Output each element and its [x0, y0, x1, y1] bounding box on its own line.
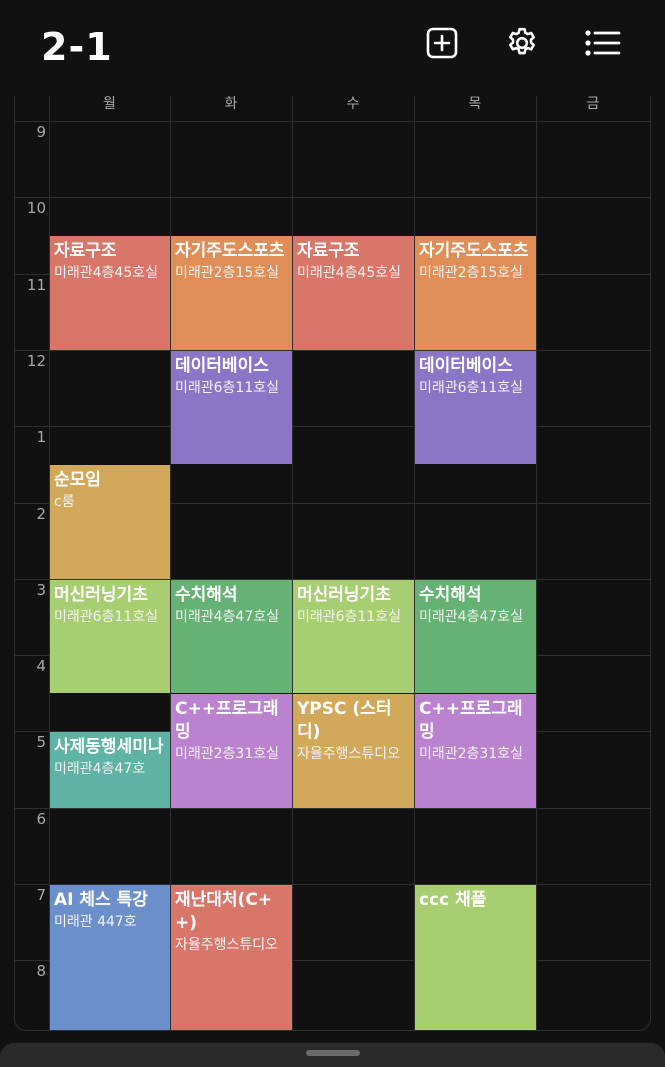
course-block[interactable]: 자기주도스포츠미래관2층15호실: [415, 236, 536, 350]
hour-label: 1: [36, 428, 46, 446]
drag-handle[interactable]: [306, 1050, 360, 1056]
course-room: 미래관4층47호실: [175, 609, 280, 625]
course-room: 미래관6층11호실: [297, 609, 402, 625]
hour-divider: [15, 808, 650, 809]
hour-label: 12: [26, 352, 46, 370]
course-room: 미래관 447호: [54, 914, 137, 930]
course-room: 미래관4층47호실: [419, 609, 524, 625]
hour-label: 3: [36, 581, 46, 599]
course-room: 미래관2층31호실: [419, 746, 524, 762]
course-name: 수치해석: [175, 585, 238, 605]
course-name: 데이터베이스: [175, 356, 269, 376]
day-header: 수: [346, 96, 360, 112]
course-name: YPSC (스터디): [297, 699, 392, 742]
course-name: 머신러닝기초: [297, 585, 391, 605]
course-name: 사제동행세미나: [54, 737, 164, 757]
course-block[interactable]: 사제동행세미나미래관4층47호: [50, 732, 170, 808]
timetable-screen: 2-1 월화수목금 9 10 11 12 1 2 3 4 5 6 7 8 자료구조 미래관4층45호실 자…: [0, 0, 665, 1067]
course-name: 머신러닝기초: [54, 585, 148, 605]
course-room: 미래관2층15호실: [419, 265, 524, 281]
course-block[interactable]: 데이터베이스미래관6층11호실: [415, 351, 536, 464]
course-block[interactable]: 자료구조미래관4층45호실: [50, 236, 170, 350]
course-block[interactable]: 머신러닝기초미래관6층11호실: [293, 580, 414, 693]
course-room: 미래관2층31호실: [175, 746, 280, 762]
course-block[interactable]: 데이터베이스미래관6층11호실: [171, 351, 292, 464]
course-name: 데이터베이스: [419, 356, 513, 376]
course-block[interactable]: YPSC (스터디) 자율주행스튜디오: [293, 694, 414, 808]
hour-divider: [15, 350, 650, 351]
day-header: 금: [586, 96, 600, 112]
course-block[interactable]: 자료구조미래관4층45호실: [293, 236, 414, 350]
course-name: C++프로그래밍: [419, 699, 523, 742]
course-block[interactable]: AI 체스 특강미래관 447호: [50, 885, 170, 1030]
hour-label: 6: [36, 810, 46, 828]
course-name: 자료구조: [297, 241, 360, 261]
add-square-icon[interactable]: [423, 24, 461, 62]
course-block[interactable]: 수치해석미래관4층47호실: [415, 580, 536, 693]
course-block[interactable]: ccc 채플: [415, 885, 536, 1030]
day-header: 월: [103, 96, 116, 112]
course-room: 미래관2층15호실: [175, 265, 280, 281]
course-room: 자율주행스튜디오: [175, 937, 279, 953]
course-room: 자율주행스튜디오: [297, 746, 401, 762]
course-name: AI 체스 특강: [54, 890, 148, 910]
hour-label: 8: [36, 962, 46, 980]
course-name: 순모임: [54, 470, 101, 490]
gear-icon[interactable]: [503, 24, 541, 62]
course-block[interactable]: C++프로그래밍미래관2층31호실: [415, 694, 536, 808]
course-name: 자기주도스포츠: [175, 241, 285, 261]
course-block[interactable]: 머신러닝기초미래관6층11호실: [50, 580, 170, 693]
course-block[interactable]: 순모임 c룸: [50, 465, 170, 579]
course-name: 자기주도스포츠: [419, 241, 529, 261]
hour-label: 10: [26, 199, 46, 217]
day-header: 화: [224, 96, 238, 112]
course-room: 미래관4층45호실: [297, 265, 402, 281]
course-block[interactable]: 재난대처(C++) 자율주행스튜디오: [171, 885, 292, 1030]
hour-label: 7: [36, 886, 46, 904]
column-divider: [536, 96, 537, 1031]
hour-label: 4: [36, 657, 46, 675]
course-name: 자료구조: [54, 241, 117, 261]
course-name: 수치해석: [419, 585, 482, 605]
hour-label: 2: [36, 505, 46, 523]
hour-divider: [15, 426, 650, 427]
course-name: C++프로그래밍: [175, 699, 279, 742]
hour-divider: [15, 197, 650, 198]
course-room: 미래관6층11호실: [54, 609, 159, 625]
hour-label: 5: [36, 733, 46, 751]
course-block[interactable]: 수치해석미래관4층47호실: [171, 580, 292, 693]
hour-divider: [15, 121, 650, 122]
day-header: 목: [468, 96, 482, 112]
course-room: c룸: [54, 494, 75, 510]
course-room: 미래관6층11호실: [419, 380, 524, 396]
course-room: 미래관4층47호: [54, 761, 146, 777]
list-icon[interactable]: [584, 24, 622, 62]
course-name: ccc 채플: [419, 890, 487, 910]
course-name: 재난대처(C++): [175, 890, 273, 933]
page-title: 2-1: [41, 25, 113, 69]
bottom-sheet[interactable]: [0, 1043, 665, 1067]
course-block[interactable]: 자기주도스포츠미래관2층15호실: [171, 236, 292, 350]
course-block[interactable]: C++프로그래밍미래관2층31호실: [171, 694, 292, 808]
course-room: 미래관4층45호실: [54, 265, 159, 281]
hour-label: 11: [26, 276, 46, 294]
course-room: 미래관6층11호실: [175, 380, 280, 396]
hour-label: 9: [36, 123, 46, 141]
